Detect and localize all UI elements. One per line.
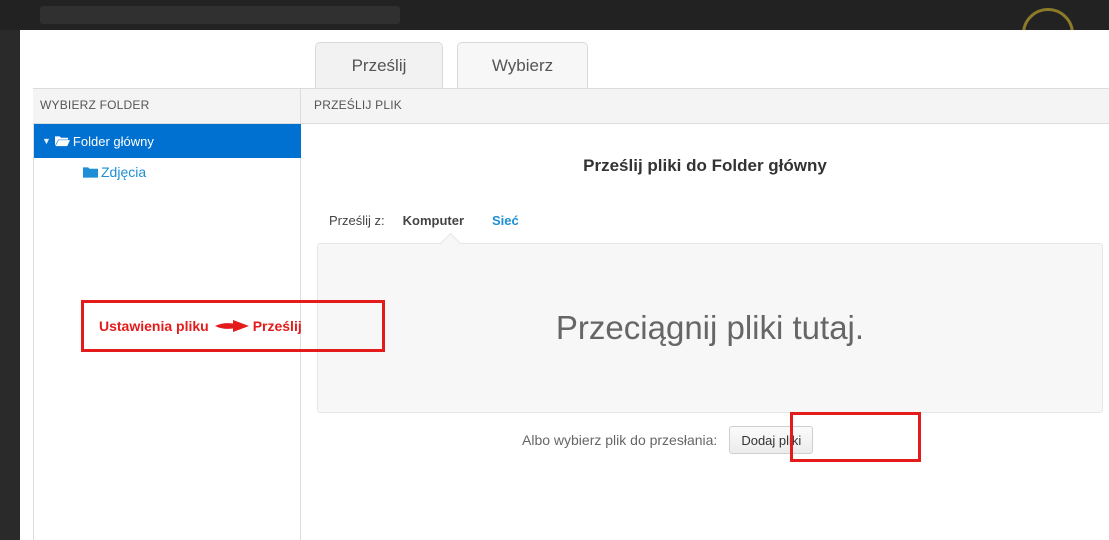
annotation-settings-box: Ustawienia pliku Prześlij	[81, 300, 385, 352]
dropzone-text: Przeciągnij pliki tutaj.	[555, 309, 865, 346]
source-computer-tab[interactable]: Komputer	[403, 213, 464, 228]
upload-source-selector: Prześlij z: Komputer Sieć	[329, 213, 519, 228]
upload-source-label: Prześlij z:	[329, 213, 385, 228]
annotation-settings-text: Ustawienia pliku	[99, 318, 209, 334]
caret-down-icon[interactable]: ▼	[42, 136, 51, 146]
annotation-button-highlight	[790, 412, 921, 462]
tree-item-label: Folder główny	[72, 133, 154, 149]
tab-choose[interactable]: Wybierz	[457, 42, 588, 88]
tree-item-root-folder[interactable]: ▼ Folder główny	[34, 124, 301, 158]
modal-left-shadow	[0, 30, 20, 540]
choose-file-row: Albo wybierz plik do przesłania: Dodaj p…	[522, 426, 814, 454]
file-upload-modal: Prześlij Wybierz WYBIERZ FOLDER PRZEŚLIJ…	[20, 30, 1109, 540]
tree-item-label: Zdjęcia	[101, 164, 147, 180]
upload-title: Prześlij pliki do Folder główny	[583, 156, 827, 175]
panel-header-bar: WYBIERZ FOLDER PRZEŚLIJ PLIK	[33, 88, 1109, 124]
red-arrow-icon	[214, 320, 249, 332]
annotation-target-text: Prześlij	[252, 318, 302, 334]
background-title-blur	[40, 6, 400, 24]
choose-file-label: Albo wybierz plik do przesłania:	[522, 432, 718, 448]
choose-folder-header: WYBIERZ FOLDER	[33, 89, 301, 123]
file-dropzone[interactable]: Przeciągnij pliki tutaj.	[317, 232, 1103, 413]
tree-item-photos[interactable]: Zdjęcia	[83, 164, 146, 180]
source-network-link[interactable]: Sieć	[492, 213, 519, 228]
folder-open-icon	[54, 136, 70, 147]
tab-upload[interactable]: Prześlij	[315, 42, 443, 88]
folder-icon	[83, 167, 98, 178]
upload-file-header: PRZEŚLIJ PLIK	[314, 98, 402, 112]
